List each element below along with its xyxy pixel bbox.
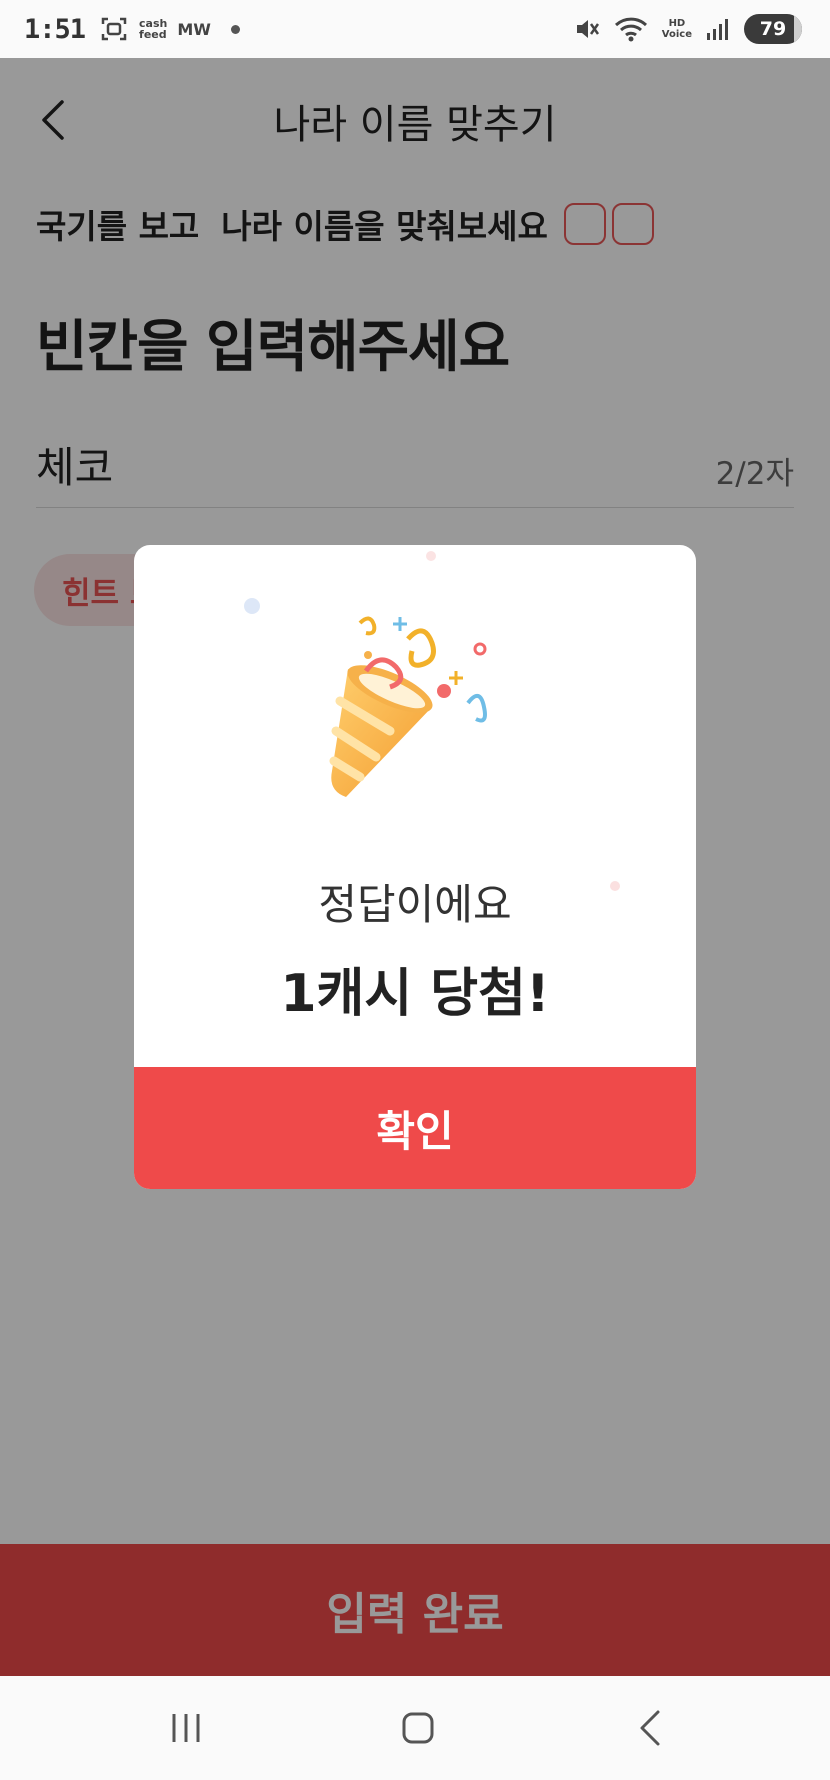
battery-indicator: 79 (744, 14, 802, 44)
recents-button[interactable] (156, 1702, 216, 1754)
reward-text: 1캐시 당첨! (280, 964, 550, 1024)
confetti-dot (244, 598, 260, 614)
status-left-icons: cash feed MW (99, 14, 240, 44)
recents-icon (172, 1714, 200, 1742)
result-modal: 정답이에요 1캐시 당첨! 확인 (134, 545, 696, 1189)
nav-back-button[interactable] (620, 1702, 680, 1754)
home-button[interactable] (388, 1702, 448, 1754)
wifi-icon (614, 17, 647, 42)
home-icon (402, 1712, 434, 1744)
result-message: 정답이에요 (318, 880, 512, 929)
status-right: HD Voice 79 (574, 0, 802, 58)
status-bar: 1:51 cash feed MW HD Voice 79 (0, 0, 830, 58)
mute-icon (576, 20, 599, 38)
carrier-label: MW (177, 19, 211, 39)
confirm-label: 확인 (376, 1106, 454, 1156)
back-icon (640, 1710, 660, 1746)
screenshot-icon (101, 17, 127, 41)
cashfeed-icon: cash feed (139, 17, 168, 41)
confetti-dot (426, 551, 436, 561)
party-popper-icon (329, 616, 487, 797)
status-time: 1:51 (24, 13, 86, 45)
signal-icon (707, 19, 728, 40)
navigation-bar (0, 1676, 830, 1780)
hd-voice-icon: HD Voice (661, 18, 692, 40)
notification-dot-icon (230, 24, 240, 34)
confirm-button[interactable]: 확인 (134, 1067, 696, 1189)
